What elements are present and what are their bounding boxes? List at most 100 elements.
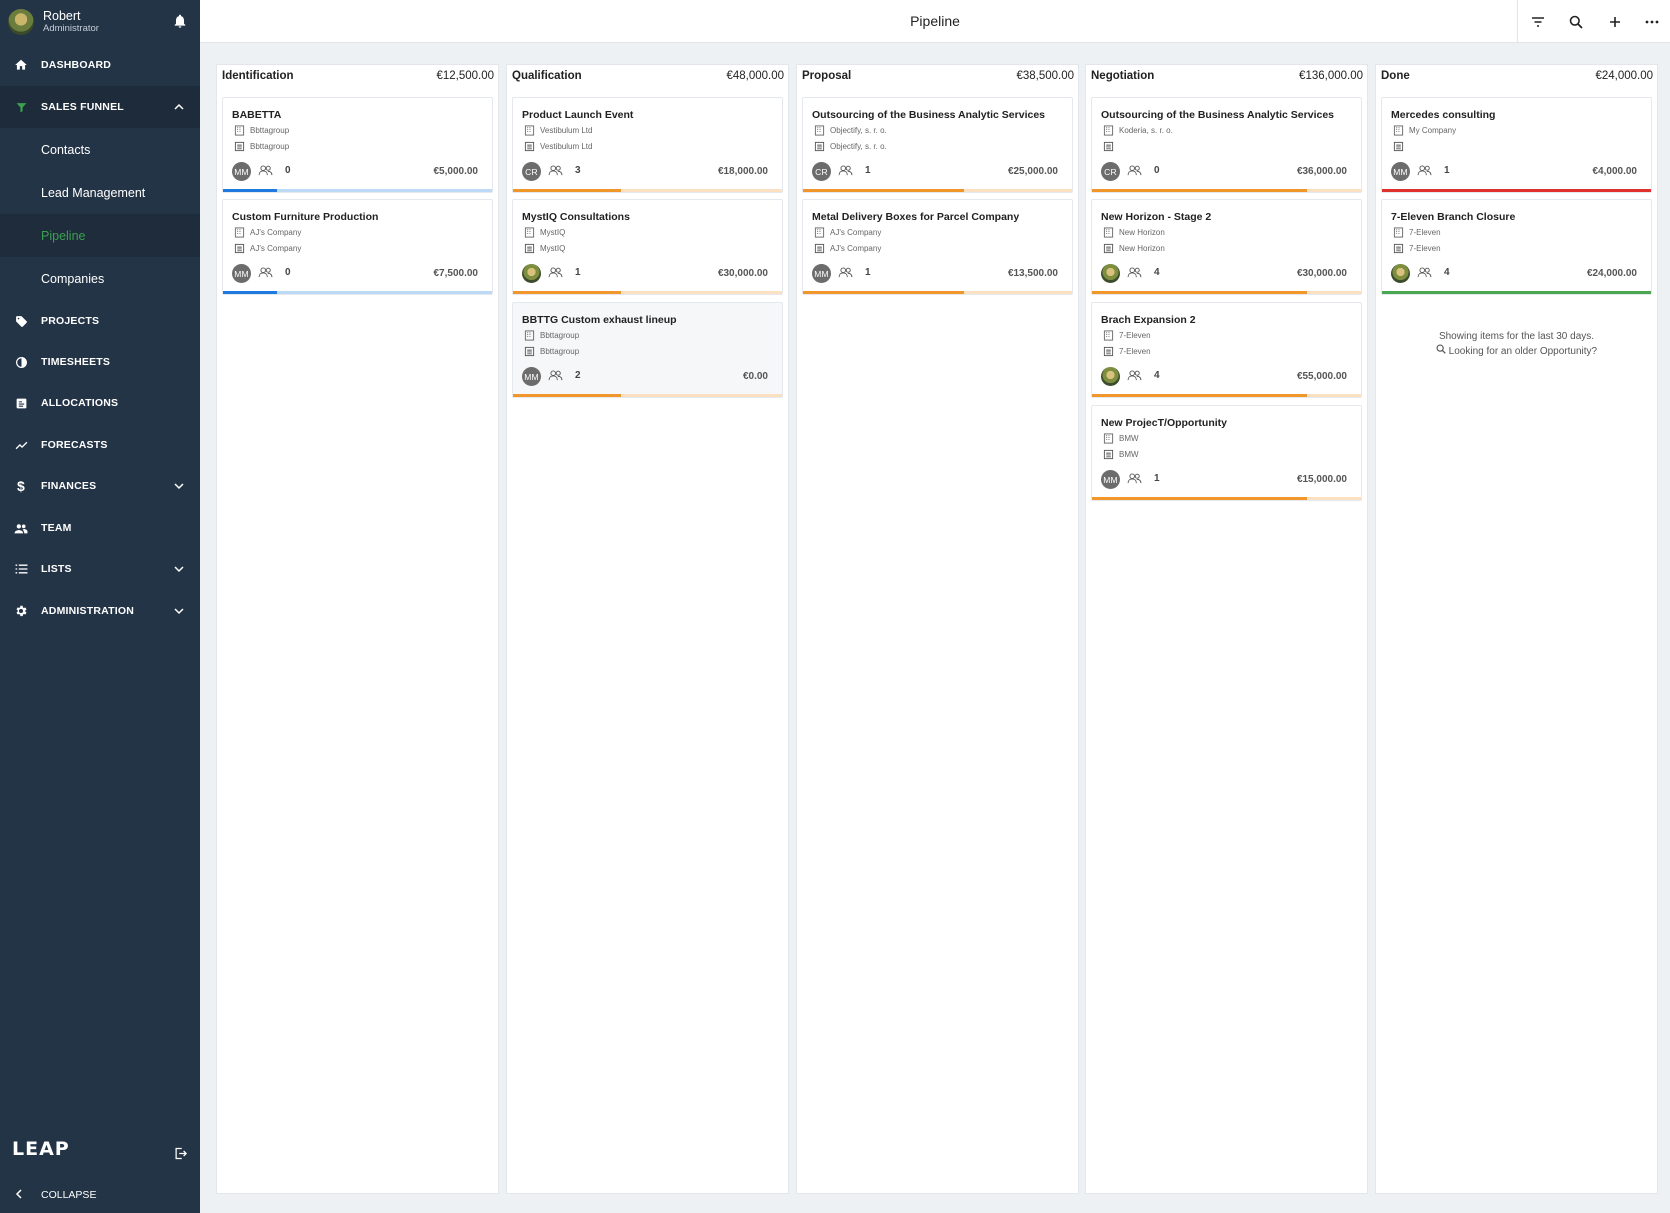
progress-bar xyxy=(803,189,1072,192)
nav-forecasts[interactable]: FORECASTS xyxy=(0,424,200,466)
progress-bar xyxy=(1382,189,1651,192)
opportunity-card[interactable]: Outsourcing of the Business Analytic Ser… xyxy=(1091,97,1362,193)
avatar: CR xyxy=(1101,162,1120,181)
avatar xyxy=(1101,367,1120,386)
avatar: MM xyxy=(232,162,251,181)
nav-team[interactable]: TEAM xyxy=(0,507,200,549)
document-icon xyxy=(1393,141,1404,152)
company-name: Vestibulum Ltd xyxy=(540,126,593,135)
opportunity-card[interactable]: BABETTA Bbttagroup Bbttagroup MM 0 €5,000.00 xyxy=(222,97,493,193)
search-button[interactable] xyxy=(1567,13,1584,30)
company-name: AJ's Company xyxy=(830,228,882,237)
avatar: CR xyxy=(812,162,831,181)
participants: 1 xyxy=(548,267,581,278)
user-profile[interactable]: Robert Administrator xyxy=(0,0,200,44)
participant-count: 0 xyxy=(285,267,291,278)
participants: 2 xyxy=(548,370,581,381)
card-company: New Horizon xyxy=(1103,227,1165,238)
collapse-label: COLLAPSE xyxy=(41,1189,97,1201)
nav-label: PROJECTS xyxy=(41,315,100,327)
nav-dashboard[interactable]: DASHBOARD xyxy=(0,44,200,86)
progress-bar xyxy=(513,189,782,192)
sidebar-item-contacts[interactable]: Contacts xyxy=(0,128,200,171)
participant-count: 3 xyxy=(575,165,581,176)
logout-icon[interactable] xyxy=(173,1146,188,1161)
nav-allocations[interactable]: ALLOCATIONS xyxy=(0,382,200,424)
sidebar-item-companies[interactable]: Companies xyxy=(0,257,200,300)
people-icon xyxy=(548,267,569,278)
card-account: Bbttagroup xyxy=(234,141,289,152)
card-footer: MM 0 €7,500.00 xyxy=(232,264,478,284)
card-amount: €25,000.00 xyxy=(1007,166,1058,177)
card-account: MystIQ xyxy=(524,243,565,254)
opportunity-card[interactable]: Custom Furniture Production AJ's Company A… xyxy=(222,199,493,295)
column-total: €24,000.00 xyxy=(1595,70,1653,82)
filter-button[interactable] xyxy=(1529,13,1546,30)
progress-fill xyxy=(803,291,965,294)
sidebar-item-pipeline[interactable]: Pipeline xyxy=(0,214,200,257)
card-account: Vestibulum Ltd xyxy=(524,141,592,152)
opportunity-card[interactable]: Product Launch Event Vestibulum Ltd Vestib… xyxy=(512,97,783,193)
collapse-button[interactable]: COLLAPSE xyxy=(0,1180,200,1210)
card-company: BMW xyxy=(1103,433,1139,444)
card-footer: CR 0 €36,000.00 xyxy=(1101,162,1347,182)
nav-finances[interactable]: $ FINANCES xyxy=(0,465,200,507)
document-icon xyxy=(814,243,825,254)
card-footer: 4 €55,000.00 xyxy=(1101,367,1347,387)
card-title: Product Launch Event xyxy=(522,109,634,121)
building-icon xyxy=(234,227,245,238)
opportunity-card[interactable]: New ProjecT/Opportunity BMW BMW MM 1 €15,000.… xyxy=(1091,405,1362,501)
card-title: Metal Delivery Boxes for Parcel Company xyxy=(812,211,1020,223)
opportunity-card[interactable]: 7-Eleven Branch Closure 7-Eleven 7-Eleven 4… xyxy=(1381,199,1652,295)
nav-administration[interactable]: ADMINISTRATION xyxy=(0,590,200,632)
card-title: BABETTA xyxy=(232,109,282,121)
chevron-down-icon xyxy=(174,566,184,573)
opportunity-card[interactable]: Brach Expansion 2 7-Eleven 7-Eleven 4 €55,00… xyxy=(1091,302,1362,398)
card-company: AJ's Company xyxy=(814,227,881,238)
participant-count: 1 xyxy=(1154,473,1160,484)
nav-lists[interactable]: LISTS xyxy=(0,548,200,590)
participant-count: 2 xyxy=(575,370,581,381)
older-opportunity-link[interactable]: Looking for an older Opportunity? xyxy=(1376,344,1657,359)
opportunity-card[interactable]: New Horizon - Stage 2 New Horizon New Hori… xyxy=(1091,199,1362,295)
account-name: Bbttagroup xyxy=(540,347,580,356)
add-button[interactable] xyxy=(1606,13,1623,30)
document-icon xyxy=(1103,243,1114,254)
sidebar-item-lead-management[interactable]: Lead Management xyxy=(0,171,200,214)
pipeline-column: Done €24,000.00 Mercedes consulting My Comp… xyxy=(1375,64,1658,1194)
card-account: Objectify, s. r. o. xyxy=(814,141,887,152)
opportunity-card[interactable]: Mercedes consulting My Company MM 1 €4,000.0… xyxy=(1381,97,1652,193)
account-name: AJ's Company xyxy=(250,244,302,253)
account-name: 7-Eleven xyxy=(1409,244,1441,253)
card-amount: €24,000.00 xyxy=(1586,268,1637,279)
document-icon xyxy=(524,141,535,152)
opportunity-card[interactable]: Outsourcing of the Business Analytic Ser… xyxy=(802,97,1073,193)
card-footer: 1 €30,000.00 xyxy=(522,264,768,284)
user-role: Administrator xyxy=(43,22,99,34)
card-footer: 4 €30,000.00 xyxy=(1101,264,1347,284)
card-amount: €0.00 xyxy=(742,371,768,382)
nav-projects[interactable]: PROJECTS xyxy=(0,300,200,342)
more-button[interactable] xyxy=(1643,13,1660,30)
building-icon xyxy=(234,125,245,136)
opportunity-card[interactable]: MystIQ Consultations MystIQ MystIQ 1 €30,000… xyxy=(512,199,783,295)
progress-fill xyxy=(1382,291,1651,294)
participant-count: 4 xyxy=(1444,267,1450,278)
people-icon xyxy=(1127,267,1148,278)
opportunity-card[interactable]: BBTTG Custom exhaust lineup Bbttagroup Bbt… xyxy=(512,302,783,398)
company-name: AJ's Company xyxy=(250,228,302,237)
allocation-icon xyxy=(14,396,28,410)
opportunity-card[interactable]: Metal Delivery Boxes for Parcel Company A… xyxy=(802,199,1073,295)
people-icon xyxy=(548,370,569,381)
bell-icon[interactable] xyxy=(172,13,188,29)
card-amount: €7,500.00 xyxy=(433,268,479,279)
column-total: €136,000.00 xyxy=(1299,70,1363,82)
nav-sales-funnel[interactable]: SALES FUNNEL xyxy=(0,86,200,128)
filter-icon xyxy=(1531,16,1544,27)
history-notice: Showing items for the last 30 days. Look… xyxy=(1376,330,1657,359)
search-icon xyxy=(1569,15,1583,29)
people-icon xyxy=(1127,165,1148,176)
nav-timesheets[interactable]: TIMESHEETS xyxy=(0,341,200,383)
chevron-down-icon xyxy=(174,608,184,615)
progress-bar xyxy=(1092,497,1361,500)
